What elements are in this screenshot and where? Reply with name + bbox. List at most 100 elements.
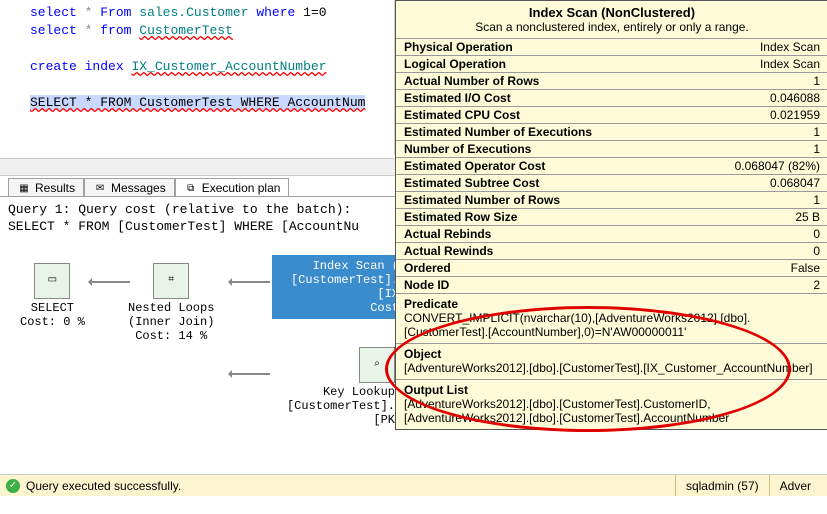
tooltip-property-row: Actual Number of Rows1 (396, 73, 827, 90)
keyword: index (85, 59, 124, 74)
property-value: 0 (685, 226, 827, 243)
star-operator: * (85, 23, 93, 38)
property-value: 1 (685, 192, 827, 209)
success-icon: ✓ (6, 479, 20, 493)
tab-label: Messages (111, 181, 166, 195)
tooltip-title: Index Scan (NonClustered) (396, 1, 827, 20)
property-value: 1 (685, 141, 827, 158)
selected-sql-line: SELECT * FROM CustomerTest WHERE Account… (30, 95, 365, 110)
property-key: Number of Executions (396, 141, 685, 158)
tooltip-property-row: Estimated Row Size25 B (396, 209, 827, 226)
identifier: IX_Customer_AccountNumber (131, 59, 326, 74)
output-text: [AdventureWorks2012].[dbo].[CustomerTest… (404, 397, 729, 425)
section-label: Predicate (404, 297, 820, 311)
tooltip-property-row: Estimated Number of Executions1 (396, 124, 827, 141)
key-lookup-icon: ⌕ (359, 347, 395, 383)
property-value: 0.046088 (685, 90, 827, 107)
tooltip-property-row: Physical OperationIndex Scan (396, 39, 827, 56)
tab-messages[interactable]: ✉ Messages (84, 178, 175, 197)
editor-scrollbar-horizontal[interactable] (0, 158, 395, 176)
tooltip-property-row: Actual Rebinds0 (396, 226, 827, 243)
tab-label: Execution plan (202, 181, 281, 195)
property-key: Actual Rebinds (396, 226, 685, 243)
property-value: 2 (685, 277, 827, 294)
plan-node-label: Index Scan ( (276, 259, 395, 273)
keyword: from (100, 23, 131, 38)
plan-edge (230, 373, 270, 375)
property-value: Index Scan (685, 56, 827, 73)
nested-loops-icon: ⌗ (153, 263, 189, 299)
plan-edge (90, 281, 130, 283)
identifier: CustomerTest (139, 23, 233, 38)
plan-node-subtitle: [CustomerTest].[IX (276, 273, 395, 301)
tab-label: Results (35, 181, 75, 195)
tooltip-output-section: Output List [AdventureWorks2012].[dbo].[… (396, 379, 827, 429)
status-user: sqladmin (57) (675, 475, 769, 496)
property-key: Physical Operation (396, 39, 685, 56)
sql-editor[interactable]: select * From sales.Customer where 1=0 s… (0, 0, 395, 155)
tooltip-property-row: Actual Rewinds0 (396, 243, 827, 260)
property-value: 25 B (685, 209, 827, 226)
property-value: 1 (685, 73, 827, 90)
plan-node-key-lookup[interactable]: ⌕ Key Lookup [CustomerTest].[PK (266, 347, 395, 427)
tooltip-property-row: Estimated CPU Cost0.021959 (396, 107, 827, 124)
execution-plan-panel[interactable]: Query 1: Query cost (relative to the bat… (0, 196, 395, 475)
keyword: select (30, 23, 77, 38)
keyword: select (30, 5, 77, 20)
tooltip-property-row: Estimated Number of Rows1 (396, 192, 827, 209)
section-label: Object (404, 347, 820, 361)
property-key: Node ID (396, 277, 685, 294)
property-key: Estimated Row Size (396, 209, 685, 226)
property-key: Actual Rewinds (396, 243, 685, 260)
property-key: Logical Operation (396, 56, 685, 73)
plan-node-nested-loops[interactable]: ⌗ Nested Loops (Inner Join) Cost: 14 % (128, 263, 214, 343)
identifier: sales.Customer (139, 5, 248, 20)
property-value: 0.021959 (685, 107, 827, 124)
property-key: Estimated I/O Cost (396, 90, 685, 107)
plan-node-index-scan[interactable]: Index Scan ( [CustomerTest].[IX Cost (272, 255, 395, 319)
property-value: Index Scan (685, 39, 827, 56)
tab-execution-plan[interactable]: ⧉ Execution plan (175, 178, 290, 198)
property-key: Estimated CPU Cost (396, 107, 685, 124)
plan-node-cost: Cost: 0 % (20, 315, 85, 329)
tab-results[interactable]: ▦ Results (8, 178, 84, 197)
message-icon: ✉ (93, 181, 107, 195)
plan-node-label: Nested Loops (128, 301, 214, 315)
plan-node-cost: Cost (276, 301, 395, 315)
property-value: 0.068047 (685, 175, 827, 192)
plan-graph: ▭ SELECT Cost: 0 % ⌗ Nested Loops (Inner… (0, 237, 395, 437)
status-bar: ✓ Query executed successfully. sqladmin … (0, 474, 827, 496)
tooltip-property-row: Estimated Subtree Cost0.068047 (396, 175, 827, 192)
literal: 1=0 (303, 5, 326, 20)
plan-query-header: Query 1: Query cost (relative to the bat… (0, 197, 395, 237)
plan-node-subtitle: [CustomerTest].[PK (266, 399, 395, 427)
results-tabstrip: ▦ Results ✉ Messages ⧉ Execution plan (8, 178, 289, 197)
tooltip-object-section: Object [AdventureWorks2012].[dbo].[Custo… (396, 343, 827, 379)
select-operator-icon: ▭ (34, 263, 70, 299)
plan-node-cost: Cost: 14 % (128, 329, 214, 343)
object-text: [AdventureWorks2012].[dbo].[CustomerTest… (404, 361, 813, 375)
keyword: From (100, 5, 131, 20)
keyword: where (256, 5, 295, 20)
tooltip-subtitle: Scan a nonclustered index, entirely or o… (396, 20, 827, 38)
predicate-text: CONVERT_IMPLICIT(nvarchar(10),[Adventure… (404, 311, 750, 339)
property-value: False (685, 260, 827, 277)
tooltip-property-row: Node ID2 (396, 277, 827, 294)
operator-tooltip: Index Scan (NonClustered) Scan a nonclus… (395, 0, 827, 430)
plan-node-label: SELECT (20, 301, 85, 315)
tooltip-property-row: OrderedFalse (396, 260, 827, 277)
plan-node-select[interactable]: ▭ SELECT Cost: 0 % (20, 263, 85, 329)
status-message: Query executed successfully. (26, 479, 181, 493)
status-right-group: sqladmin (57) Adver (675, 475, 821, 496)
plan-icon: ⧉ (184, 181, 198, 195)
section-label: Output List (404, 383, 820, 397)
tooltip-predicate-section: Predicate CONVERT_IMPLICIT(nvarchar(10),… (396, 293, 827, 343)
tooltip-property-row: Logical OperationIndex Scan (396, 56, 827, 73)
property-value: 1 (685, 124, 827, 141)
property-key: Ordered (396, 260, 685, 277)
grid-icon: ▦ (17, 181, 31, 195)
property-key: Estimated Operator Cost (396, 158, 685, 175)
status-database: Adver (769, 475, 821, 496)
property-value: 0.068047 (82%) (685, 158, 827, 175)
plan-edge (230, 281, 270, 283)
